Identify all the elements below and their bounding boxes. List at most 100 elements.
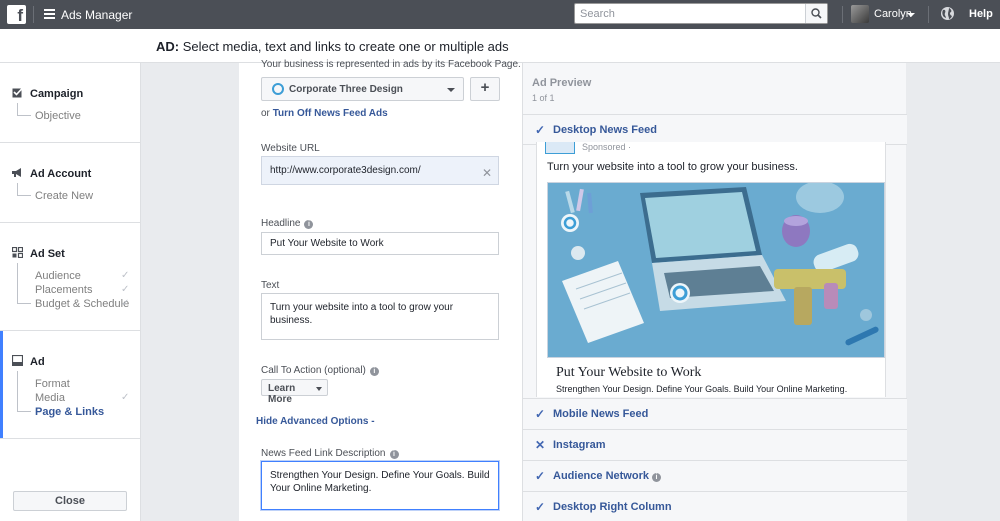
topbar-divider [928,6,929,23]
sidebar-section-ad-account: Ad Account Create New [0,143,140,223]
placement-label: Mobile News Feed [553,408,649,420]
news-feed-link-description-field[interactable]: Strengthen Your Design. Define Your Goal… [261,461,499,510]
topbar-divider [33,6,34,23]
hide-advanced-options-link[interactable]: Hide Advanced Options - [256,416,375,427]
check-icon: ✓ [121,284,130,295]
sidebar-section-label: Ad Set [30,248,65,260]
search-input[interactable] [575,4,803,23]
page-logo-icon [272,83,284,95]
check-icon: ✓ [535,407,546,421]
add-page-button[interactable]: + [470,77,500,101]
sidebar-section-ad-set: Ad Set Audience ✓ Placements ✓ Budget & … [0,223,140,331]
tree-connector [17,183,31,196]
caret-down-icon [316,387,322,391]
info-icon[interactable]: i [651,473,661,482]
check-icon: ✓ [535,469,546,483]
preview-count: 1 of 1 [532,93,555,103]
search-button[interactable] [805,4,827,23]
sidebar-item-placements[interactable]: Placements [35,284,92,296]
info-icon[interactable]: i [389,450,399,459]
ad-preview-panel: Ad Preview 1 of 1 ✓ Desktop News Feed Sp… [522,63,907,521]
placement-label-text: Audience Network [553,470,649,482]
sidebar-section-label: Campaign [30,88,84,100]
turn-off-line: or Turn Off News Feed Ads [261,108,388,119]
placement-desktop-news-feed[interactable]: ✓ Desktop News Feed [523,114,907,145]
top-bar: f Ads Manager Carolyn Help [0,0,1000,29]
globe-icon[interactable] [940,6,955,21]
page-help-text: Your business is represented in ads by i… [261,59,521,70]
ad-image [547,182,885,358]
tree-connector [17,263,31,290]
check-icon: ✓ [535,123,546,137]
turn-off-prefix: or [261,108,270,119]
sponsored-label: Sponsored · [582,142,632,152]
sidebar-item-ad-account[interactable]: Ad Account [12,167,91,180]
clear-icon[interactable]: ✕ [482,166,492,180]
placement-instagram[interactable]: ✕ Instagram [523,429,907,460]
placement-label: Instagram [553,439,606,451]
turn-off-news-feed-link[interactable]: Turn Off News Feed Ads [273,108,388,119]
page-title-text: Select media, text and links to create o… [182,39,509,54]
sidebar-section-campaign: Campaign Objective [0,63,140,143]
sidebar-item-page-links[interactable]: Page & Links [35,406,104,418]
avatar[interactable] [851,5,869,23]
headline-label: Headline i [261,218,314,229]
call-to-action-select[interactable]: Learn More [261,379,328,405]
placement-desktop-right-column[interactable]: ✓ Desktop Right Column [523,491,907,521]
desc-label-text: News Feed Link Description [261,448,386,459]
chevron-down-icon[interactable] [907,13,915,17]
sidebar-item-media[interactable]: Media [35,392,65,404]
cta-label: Call To Action (optional) i [261,365,379,376]
help-link[interactable]: Help [969,8,993,20]
facebook-logo-icon[interactable]: f [7,5,26,24]
page-header: AD: Select media, text and links to crea… [0,29,1000,63]
info-icon[interactable]: i [304,220,314,229]
sidebar-section-label: Ad [30,356,45,368]
placement-label: Audience Network i [553,470,661,482]
headline-label-text: Headline [261,218,301,229]
caret-down-icon [447,88,455,92]
advertiser-logo [545,142,575,154]
sidebar-item-audience[interactable]: Audience [35,270,81,282]
website-url-field[interactable] [261,156,499,185]
facebook-page-select[interactable]: Corporate Three Design [261,77,464,101]
info-icon[interactable]: i [369,367,379,376]
ad-image-illustration [548,183,884,357]
headline-field[interactable] [261,232,499,255]
page-title: AD: Select media, text and links to crea… [156,39,509,54]
checkbox-icon [12,87,23,98]
placement-audience-network[interactable]: ✓ Audience Network i [523,460,907,491]
close-button[interactable]: Close [13,491,127,511]
sidebar-section-label: Ad Account [30,168,92,180]
hamburger-icon[interactable] [44,9,55,19]
sidebar-item-objective[interactable]: Objective [35,110,81,122]
ad-headline: Put Your Website to Work [556,365,702,380]
text-field[interactable]: Turn your website into a tool to grow yo… [261,293,499,340]
sidebar: Campaign Objective Ad Account Create New… [0,63,141,521]
placement-mobile-news-feed[interactable]: ✓ Mobile News Feed [523,398,907,429]
cta-value: Learn More [268,383,296,405]
grid-icon [12,247,23,258]
active-section-indicator [0,331,3,438]
sidebar-item-budget-schedule[interactable]: Budget & Schedule [35,298,129,310]
ad-window-icon [12,355,23,366]
check-icon: ✓ [535,500,546,514]
check-icon: ✓ [121,392,130,403]
sidebar-item-campaign[interactable]: Campaign [12,87,83,100]
sidebar-item-format[interactable]: Format [35,378,70,390]
sidebar-item-ad[interactable]: Ad [12,355,45,368]
megaphone-icon [12,168,21,177]
search-icon [811,8,822,19]
app-title[interactable]: Ads Manager [61,8,132,22]
ad-form-panel: Your business is represented in ads by i… [239,59,522,521]
ad-body-text: Turn your website into a tool to grow yo… [547,161,798,173]
news-feed-link-description-label: News Feed Link Description i [261,448,399,459]
preview-title: Ad Preview [532,77,592,89]
topbar-divider [842,6,843,23]
sidebar-item-create-new[interactable]: Create New [35,190,93,202]
placement-label: Desktop Right Column [553,501,672,513]
sidebar-item-ad-set[interactable]: Ad Set [12,247,65,260]
page-select-value: Corporate Three Design [289,84,403,95]
website-url-label: Website URL [261,143,320,154]
sidebar-section-ad: Ad Format Media ✓ Page & Links [0,331,140,439]
